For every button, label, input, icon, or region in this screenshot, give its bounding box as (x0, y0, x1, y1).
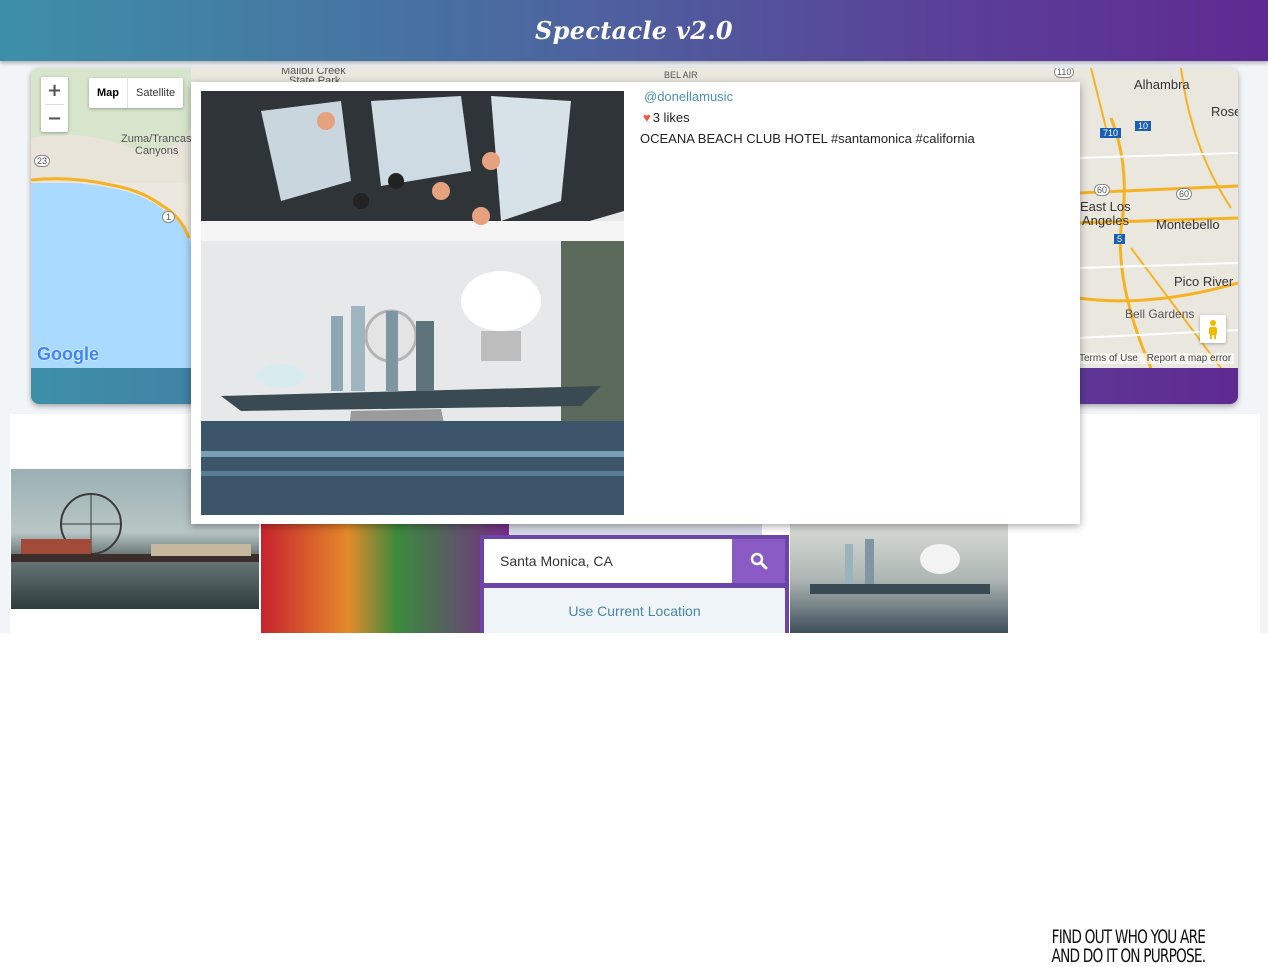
map-label-bel-air: BEL AIR (664, 70, 698, 80)
popup-caption: OCEANA BEACH CLUB HOTEL #santamonica #ca… (640, 131, 975, 146)
gallery-photo-event[interactable] (261, 524, 509, 633)
use-current-location-button[interactable]: Use Current Location (484, 588, 785, 633)
location-search-input[interactable] (484, 539, 732, 583)
map-label-alhambra: Alhambra (1134, 77, 1190, 92)
app-title: Spectacle v2.0 (535, 16, 733, 45)
map-type-control: Map Satellite (89, 78, 184, 108)
map-type-map-button[interactable]: Map (89, 78, 128, 108)
photo-info-popup: @donellamusic ♥ 3 likes OCEANA BEACH CLU… (191, 82, 1080, 524)
popup-photo[interactable] (201, 91, 624, 515)
route-shield-5: 5 (1114, 234, 1126, 244)
map-label-canyons: Canyons (135, 145, 179, 157)
map-label-montebello: Montebello (1156, 217, 1220, 232)
google-logo: Google (37, 344, 99, 364)
route-shield-23: 23 (34, 155, 51, 167)
pegman-icon (1209, 320, 1217, 339)
map-label-bell-gardens: Bell Gardens (1125, 307, 1195, 321)
hotel-interior-image (201, 91, 624, 515)
zoom-out-button[interactable]: − (41, 105, 68, 132)
quote-line-2: AND DO IT ON PURPOSE. (1051, 945, 1207, 967)
route-shield-10: 10 (1135, 121, 1152, 131)
quote-line-1: FIND OUT WHO YOU ARE (1051, 926, 1206, 948)
street-view-pegman-button[interactable] (1200, 315, 1226, 343)
map-type-satellite-button[interactable]: Satellite (128, 78, 183, 108)
map-footer-links: Terms of Use Report a map error (1076, 353, 1235, 364)
terms-link[interactable]: Terms of Use (1079, 353, 1138, 364)
route-shield-60b: 60 (1176, 188, 1193, 200)
gallery-quote-image[interactable]: FIND OUT WHO YOU ARE AND DO IT ON PURPOS… (1050, 928, 1207, 966)
app-header: Spectacle v2.0 (0, 0, 1268, 61)
zoom-in-button[interactable]: + (41, 77, 68, 104)
heart-icon: ♥ (643, 110, 651, 125)
popup-likes: ♥ 3 likes (643, 110, 690, 125)
report-error-link[interactable]: Report a map error (1147, 353, 1231, 364)
location-search-panel: Use Current Location (480, 535, 789, 633)
zoom-control: + − (41, 77, 68, 132)
map-label-east-los: East Los (1080, 199, 1131, 214)
route-shield-60a: 60 (1094, 184, 1111, 196)
map-label-angeles: Angeles (1082, 213, 1129, 228)
route-shield-1: 1 (162, 211, 176, 223)
route-shield-110: 110 (1054, 68, 1075, 78)
search-button[interactable] (732, 539, 785, 583)
interior-thumb-image (810, 539, 990, 594)
search-icon (750, 552, 767, 570)
route-shield-710: 710 (1100, 128, 1122, 138)
map-label-pico-river: Pico River (1174, 274, 1234, 289)
popup-username-link[interactable]: @donellamusic (644, 89, 733, 104)
map-label-zuma: Zuma/Trancas (121, 133, 192, 145)
map-label-rose: Rose (1211, 104, 1238, 119)
popup-likes-count: 3 likes (652, 110, 690, 125)
gallery-photo-interior[interactable] (790, 524, 1008, 633)
